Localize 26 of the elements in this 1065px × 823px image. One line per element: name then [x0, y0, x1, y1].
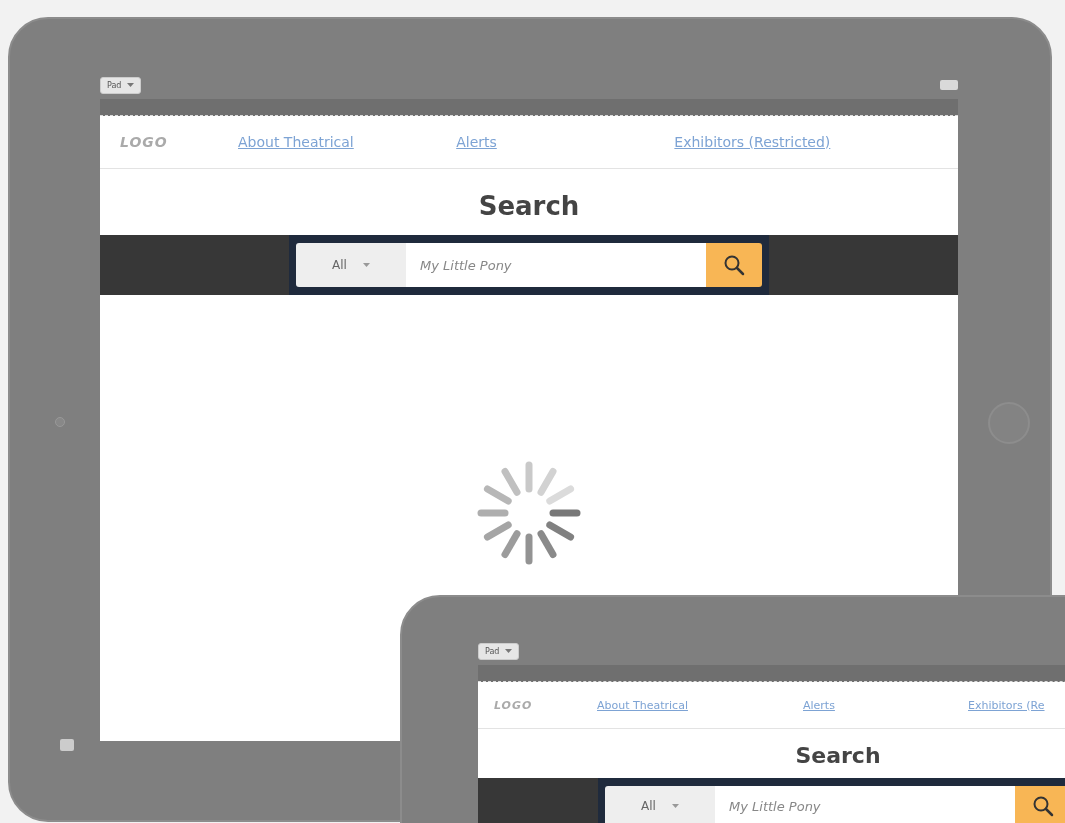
search-icon	[1032, 795, 1054, 817]
caret-icon	[671, 804, 679, 808]
page-heading: Search	[477, 190, 581, 223]
search-icon	[723, 254, 745, 276]
device-dropdown[interactable]: Pad	[478, 642, 520, 660]
logo: LOGO	[120, 134, 169, 150]
nav-link[interactable]: About Theatrical	[597, 698, 803, 712]
search-button[interactable]	[706, 243, 762, 287]
nav-link[interactable]: Alerts	[803, 698, 968, 712]
search-field[interactable]: My Little Pony	[715, 786, 1015, 823]
caret-icon	[127, 83, 135, 87]
page-heading: Search	[794, 742, 882, 770]
search-button[interactable]	[1015, 786, 1065, 823]
nav-link[interactable]: About Theatrical	[238, 134, 457, 150]
device-dropdown[interactable]: Pad	[100, 76, 142, 94]
scope-dropdown[interactable]: All	[296, 243, 406, 287]
nav-link[interactable]: Alerts	[456, 134, 675, 150]
caret-icon	[505, 649, 513, 653]
search-field[interactable]: My Little Pony	[406, 243, 706, 287]
caret-icon	[362, 263, 370, 267]
small-toggle-button[interactable]	[60, 739, 74, 751]
scope-dropdown[interactable]: All	[605, 786, 715, 823]
logo: LOGO	[494, 698, 534, 712]
small-button[interactable]	[940, 80, 958, 90]
nav-link[interactable]: Exhibitors (Restricted)	[674, 134, 958, 150]
nav-link[interactable]: Exhibitors (Re	[968, 698, 1065, 712]
